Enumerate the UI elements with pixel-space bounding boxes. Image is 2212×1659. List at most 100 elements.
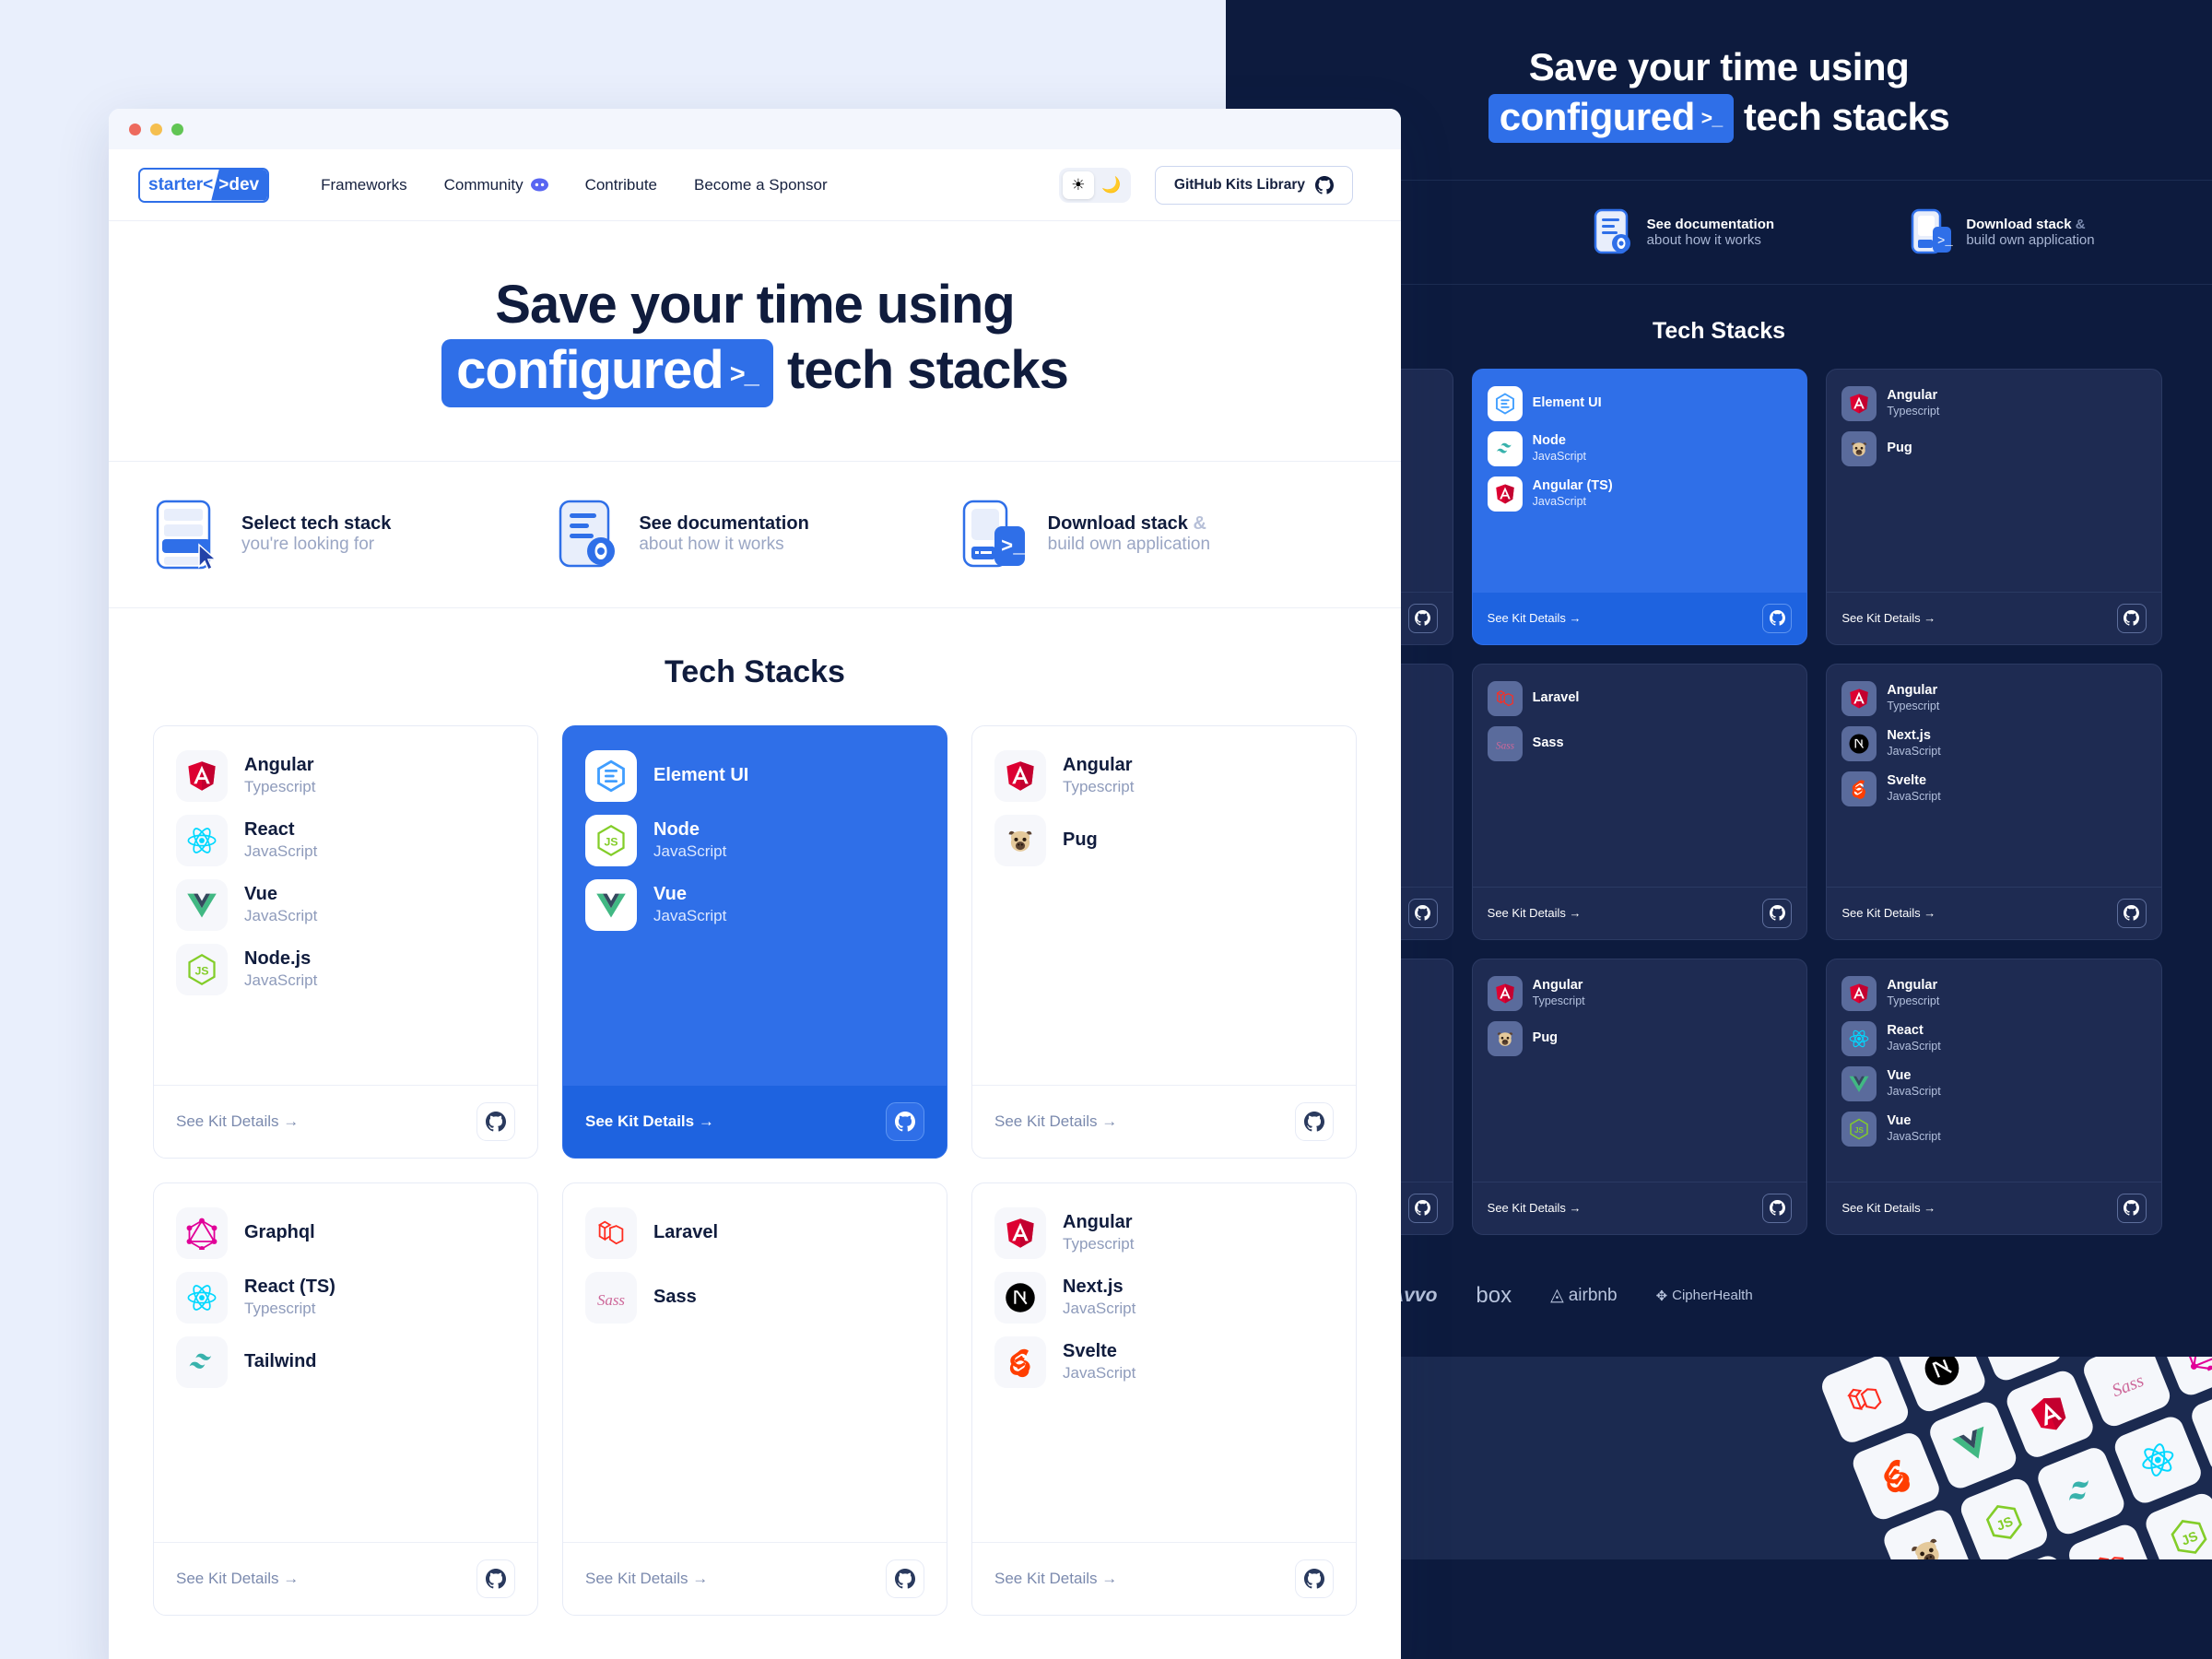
graphql-icon [176,1206,228,1259]
github-icon[interactable] [477,1101,515,1141]
github-icon[interactable] [1762,1193,1793,1223]
laravel-icon [1818,1356,1912,1446]
github-icon[interactable] [1407,603,1438,633]
dark-tech-name: Element UI [1532,395,1602,411]
see-kit-details-link[interactable]: See Kit Details → [994,1112,1117,1131]
vue-icon [176,878,228,931]
tech-stack-item: Next.js JavaScript [994,1271,1334,1324]
dark-tech-stack-item: Angular Typescript [1841,385,2147,421]
dark-see-kit-details-link[interactable]: See Kit Details → [1488,1201,1582,1215]
react-icon [1841,1020,1877,1056]
see-kit-details-link[interactable]: See Kit Details → [585,1570,708,1588]
card-footer: See Kit Details → [972,1084,1356,1158]
arrow-right-icon: → [1924,611,1936,626]
dark-tech-stack-card[interactable]: Angular Typescript Pug See Kit Details → [1826,368,2162,645]
dark-see-kit-details-link[interactable]: See Kit Details → [1488,611,1582,625]
vue-icon [1841,1065,1877,1101]
arrow-right-icon: → [692,1569,709,1587]
tech-stacks-grid: Angular Typescript React JavaScript Vue … [109,724,1401,1616]
nextjs-icon [1841,725,1877,761]
tech-stack-item: Element UI [585,749,924,802]
moon-icon[interactable]: 🌙 [1096,171,1127,199]
github-icon[interactable] [1762,603,1793,633]
tech-stack-card[interactable]: Graphql React (TS) Typescript Tailwind S… [153,1182,538,1616]
dark-tech-name: Node [1532,432,1566,448]
nav-item-community[interactable]: Community [444,176,548,194]
svg-text:Sass: Sass [1496,740,1515,751]
github-icon[interactable] [477,1559,515,1598]
see-kit-details-link[interactable]: See Kit Details → [994,1570,1117,1588]
tech-stack-card[interactable]: Angular Typescript React JavaScript Vue … [153,724,538,1159]
tech-name: React (TS) [244,1276,335,1297]
svg-text:JS: JS [194,964,208,977]
dark-tech-name: Svelte [1887,772,1927,788]
github-icon[interactable] [1407,898,1438,928]
dark-tech-language: JavaScript [1532,450,1587,464]
maximize-window-button[interactable] [171,123,183,135]
svelte-icon [994,1335,1046,1388]
github-icon[interactable] [2116,603,2147,633]
arrow-right-icon: → [1569,906,1582,921]
ampersand: & [1193,513,1206,535]
dark-feature-title: Download stack & [1966,216,2086,232]
feature-see-documentation: See documentation about how it works [558,499,951,571]
site-navbar: starter< >dev Frameworks Community Contr… [109,149,1401,221]
github-icon[interactable] [886,1101,924,1141]
dark-see-kit-details-link[interactable]: See Kit Details → [1841,1201,1936,1215]
sun-icon[interactable]: ☀ [1062,171,1094,199]
arrow-right-icon: → [698,1112,714,1130]
dark-feature-see-documentation: See documentation about how it works [1594,208,1895,256]
tech-stack-card[interactable]: Angular Typescript Pug See Kit Details → [971,724,1357,1159]
dark-tech-stack-card[interactable]: Angular Typescript React JavaScript Vue … [1826,958,2162,1235]
github-icon[interactable] [1295,1101,1334,1141]
hero-heading: Save your time using configured >_ tech s… [109,273,1401,407]
tech-stack-card[interactable]: Element UI JS Node JavaScript Vue JavaSc… [562,724,947,1159]
github-kits-library-button[interactable]: GitHub Kits Library [1154,165,1353,205]
github-icon[interactable] [2116,1193,2147,1223]
see-kit-details-link[interactable]: See Kit Details → [176,1112,299,1131]
theme-toggle[interactable]: ☀ 🌙 [1058,167,1131,203]
nav-item-become-a-sponsor[interactable]: Become a Sponsor [694,176,828,194]
tech-stack-card[interactable]: Laravel Sass Sass See Kit Details → [562,1182,947,1616]
dark-see-kit-details-link[interactable]: See Kit Details → [1841,906,1936,920]
github-icon[interactable] [886,1559,924,1598]
dark-tech-stack-item: Pug [1841,430,2147,466]
dark-tech-stack-card[interactable]: Laravel Sass Sass See Kit Details → [1471,663,1808,940]
document-eye-icon [1594,208,1634,256]
tech-stack-item: React JavaScript [176,814,515,866]
dark-tech-stack-card[interactable]: Angular Typescript Next.js JavaScript Sv… [1826,663,2162,940]
vue-icon [1925,1398,2020,1492]
arrow-right-icon: → [1101,1112,1118,1130]
dark-tech-language: Typescript [1887,405,1940,418]
svg-text:JS: JS [1854,1126,1865,1135]
box-logo: box [1476,1282,1512,1308]
dark-tech-stack-card[interactable]: Element UI Node JavaScript Angular (TS) … [1471,368,1808,645]
dark-card-footer: See Kit Details → [1827,886,2161,939]
tech-stack-card[interactable]: Angular Typescript Next.js JavaScript Sv… [971,1182,1357,1616]
dark-tech-stack-card[interactable]: Angular Typescript Pug See Kit Details → [1471,958,1808,1235]
see-kit-details-link[interactable]: See Kit Details → [176,1570,299,1588]
close-window-button[interactable] [129,123,141,135]
github-icon[interactable] [1295,1559,1334,1598]
dark-see-kit-details-link[interactable]: See Kit Details → [1488,906,1582,920]
see-kit-details-link[interactable]: See Kit Details → [585,1112,714,1131]
dark-card-footer: See Kit Details → [1827,1181,2161,1234]
svg-text:JS: JS [604,835,618,848]
tech-name: Vue [244,883,277,904]
github-icon[interactable] [1407,1193,1438,1223]
nav-item-contribute[interactable]: Contribute [585,176,657,194]
site-logo[interactable]: starter< >dev [138,167,270,203]
nav-links: Frameworks Community Contribute Become a… [321,176,828,194]
github-icon[interactable] [1762,898,1793,928]
angular-icon [1487,975,1523,1011]
dark-card-body: Angular Typescript Pug [1473,959,1807,1182]
nav-item-frameworks[interactable]: Frameworks [321,176,407,194]
github-icon[interactable] [2116,898,2147,928]
dark-see-kit-details-link[interactable]: See Kit Details → [1841,611,1936,625]
dark-tech-stack-item: Svelte JavaScript [1841,771,2147,806]
pug-icon [994,814,1046,866]
minimize-window-button[interactable] [150,123,162,135]
card-footer: See Kit Details → [154,1541,537,1615]
arrow-right-icon: → [1569,611,1582,626]
tailwind-icon [176,1335,228,1388]
